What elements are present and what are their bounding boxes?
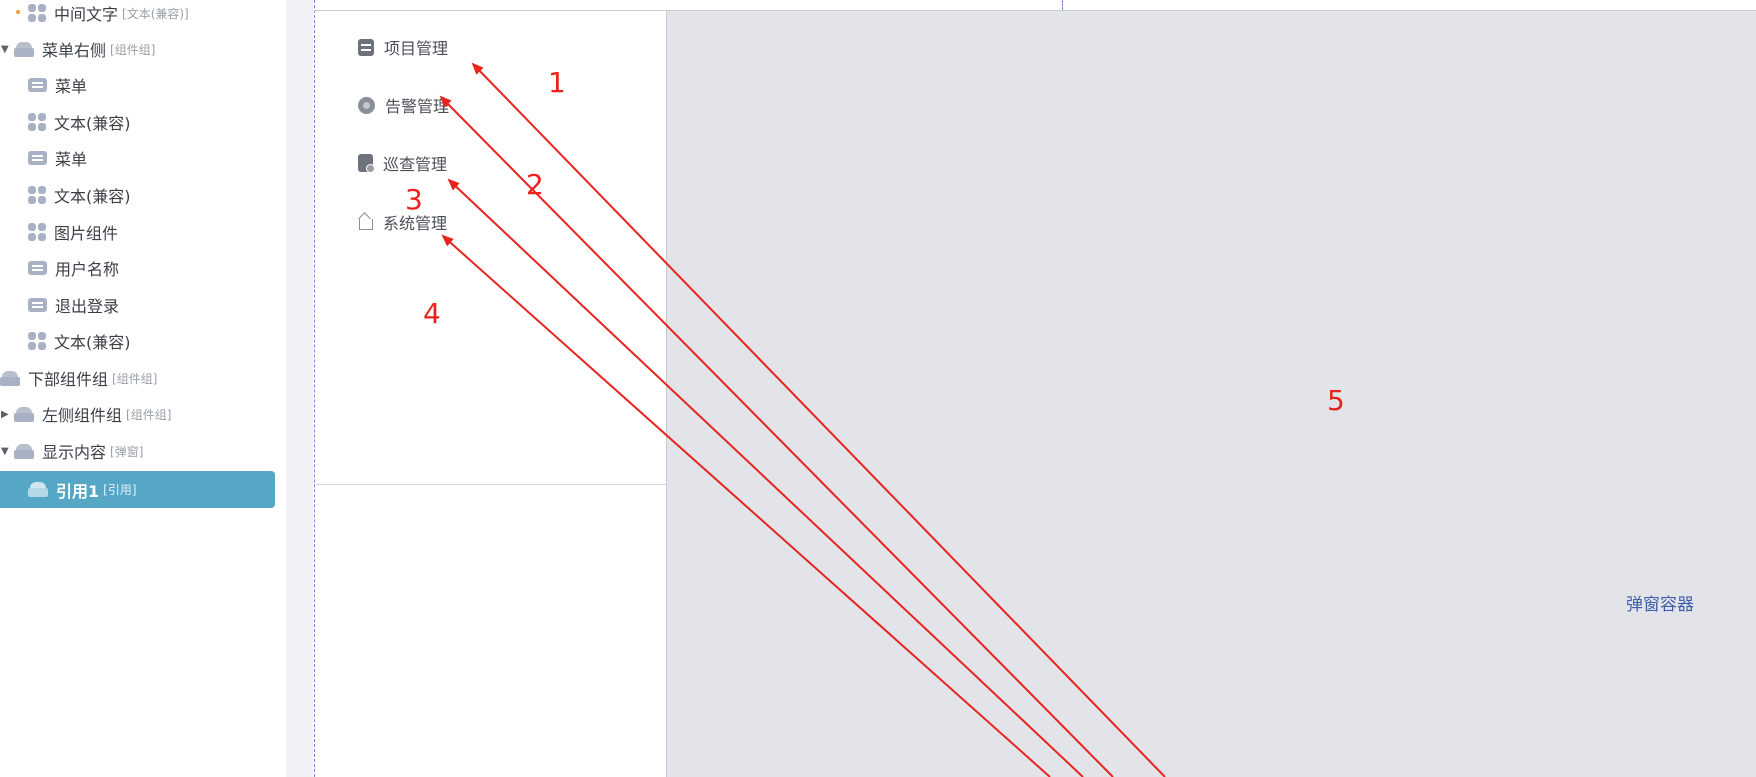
menu-item-patrol[interactable]: 巡查管理 <box>358 150 447 176</box>
menu-item-label: 项目管理 <box>384 39 449 58</box>
text-component-icon <box>28 4 46 22</box>
tree-item-menu-1[interactable]: 菜单 <box>28 67 87 103</box>
tree-item-menu-right-group[interactable]: ▼ 菜单右侧 [组件组] <box>1 31 156 67</box>
tree-item-text-compat-1[interactable]: 文本(兼容) <box>28 104 131 140</box>
annotation-number-4: 4 <box>423 297 441 330</box>
alarm-icon <box>358 96 375 114</box>
annotation-number-5: 5 <box>1327 384 1345 417</box>
tree-item-tag: [引用] <box>103 483 137 497</box>
tree-item-label: 图片组件 <box>54 224 119 243</box>
menu-item-label: 告警管理 <box>385 97 450 116</box>
tree-item-label: 显示内容 <box>42 443 107 462</box>
annotation-number-3: 3 <box>405 183 423 216</box>
panel-divider[interactable] <box>286 0 313 777</box>
modified-dot-icon <box>16 10 20 14</box>
image-component-icon <box>28 223 46 241</box>
tree-item-label: 引用1 <box>56 481 100 501</box>
tree-item-tag: [文本(兼容)] <box>122 6 189 21</box>
tree-item-label: 菜单 <box>55 150 88 169</box>
menu-item-project[interactable]: 项目管理 <box>358 34 448 60</box>
layer-tree-panel: 中间文字 [文本(兼容)] ▼ 菜单右侧 [组件组] 菜单 文本(兼容) 菜单 … <box>0 0 286 777</box>
tree-item-tag: [组件组] <box>110 42 156 57</box>
menu-component-icon <box>28 261 47 275</box>
component-group-icon <box>0 370 20 386</box>
annotation-number-1: 1 <box>548 66 566 99</box>
tree-item-label: 菜单 <box>55 77 88 96</box>
caret-down-icon[interactable]: ▼ <box>1 446 9 457</box>
tree-item-label: 文本(兼容) <box>54 187 131 206</box>
tree-item-reference-1[interactable]: 引用1 [引用] <box>28 471 137 508</box>
tree-item-tag: [组件组] <box>112 371 158 386</box>
project-icon <box>358 38 374 56</box>
tree-item-text-compat-3[interactable]: 文本(兼容) <box>28 323 131 359</box>
component-group-icon <box>14 406 34 422</box>
tree-item-logout[interactable]: 退出登录 <box>28 287 119 323</box>
tree-item-tag: [弹窗] <box>110 444 144 459</box>
patrol-icon <box>358 154 375 173</box>
tree-item-text-compat-2[interactable]: 文本(兼容) <box>28 177 131 213</box>
component-group-icon <box>14 41 34 57</box>
menu-component-icon <box>28 151 47 165</box>
canvas-guide-line <box>314 0 315 777</box>
menu-component-icon <box>28 298 47 312</box>
caret-right-icon[interactable]: ▶ <box>1 409 9 420</box>
tree-item-menu-2[interactable]: 菜单 <box>28 140 87 176</box>
tree-item-label: 文本(兼容) <box>54 114 131 133</box>
system-icon <box>358 215 373 230</box>
popup-container[interactable] <box>666 11 1756 777</box>
popup-container-label: 弹窗容器 <box>1626 595 1694 615</box>
text-component-icon <box>28 186 46 204</box>
tree-item-label: 中间文字 <box>54 5 119 24</box>
tree-item-label: 菜单右侧 <box>42 41 107 60</box>
tree-item-center-text[interactable]: 中间文字 [文本(兼容)] <box>16 0 189 31</box>
menu-item-system[interactable]: 系统管理 <box>358 209 447 235</box>
tree-item-image-component[interactable]: 图片组件 <box>28 214 118 250</box>
tree-item-label: 文本(兼容) <box>54 333 131 352</box>
reference-component-icon <box>28 482 48 497</box>
text-component-icon <box>28 113 46 131</box>
menu-item-label: 巡查管理 <box>383 155 448 174</box>
tree-item-left-group[interactable]: ▶ 左侧组件组 [组件组] <box>1 396 172 432</box>
tree-item-reference-1-selected[interactable]: 引用1 [引用] <box>0 471 275 508</box>
caret-down-icon[interactable]: ▼ <box>1 44 9 55</box>
menu-component-icon <box>28 78 47 92</box>
tree-item-display-content[interactable]: ▼ 显示内容 [弹窗] <box>1 433 144 469</box>
side-menu-component[interactable]: 项目管理 告警管理 巡查管理 系统管理 <box>316 11 666 485</box>
tree-item-label: 下部组件组 <box>28 370 109 389</box>
tree-item-user-name[interactable]: 用户名称 <box>28 250 119 286</box>
tree-item-label: 用户名称 <box>55 260 120 279</box>
canvas-center-guide <box>1062 0 1063 10</box>
popup-component-icon <box>14 443 34 459</box>
text-component-icon <box>28 332 46 350</box>
tree-item-label: 左侧组件组 <box>42 406 123 425</box>
annotation-number-2: 2 <box>526 168 544 201</box>
tree-item-label: 退出登录 <box>55 297 120 316</box>
menu-item-alarm[interactable]: 告警管理 <box>358 92 449 118</box>
tree-item-tag: [组件组] <box>126 407 172 422</box>
tree-item-bottom-group[interactable]: 下部组件组 [组件组] <box>0 360 157 396</box>
